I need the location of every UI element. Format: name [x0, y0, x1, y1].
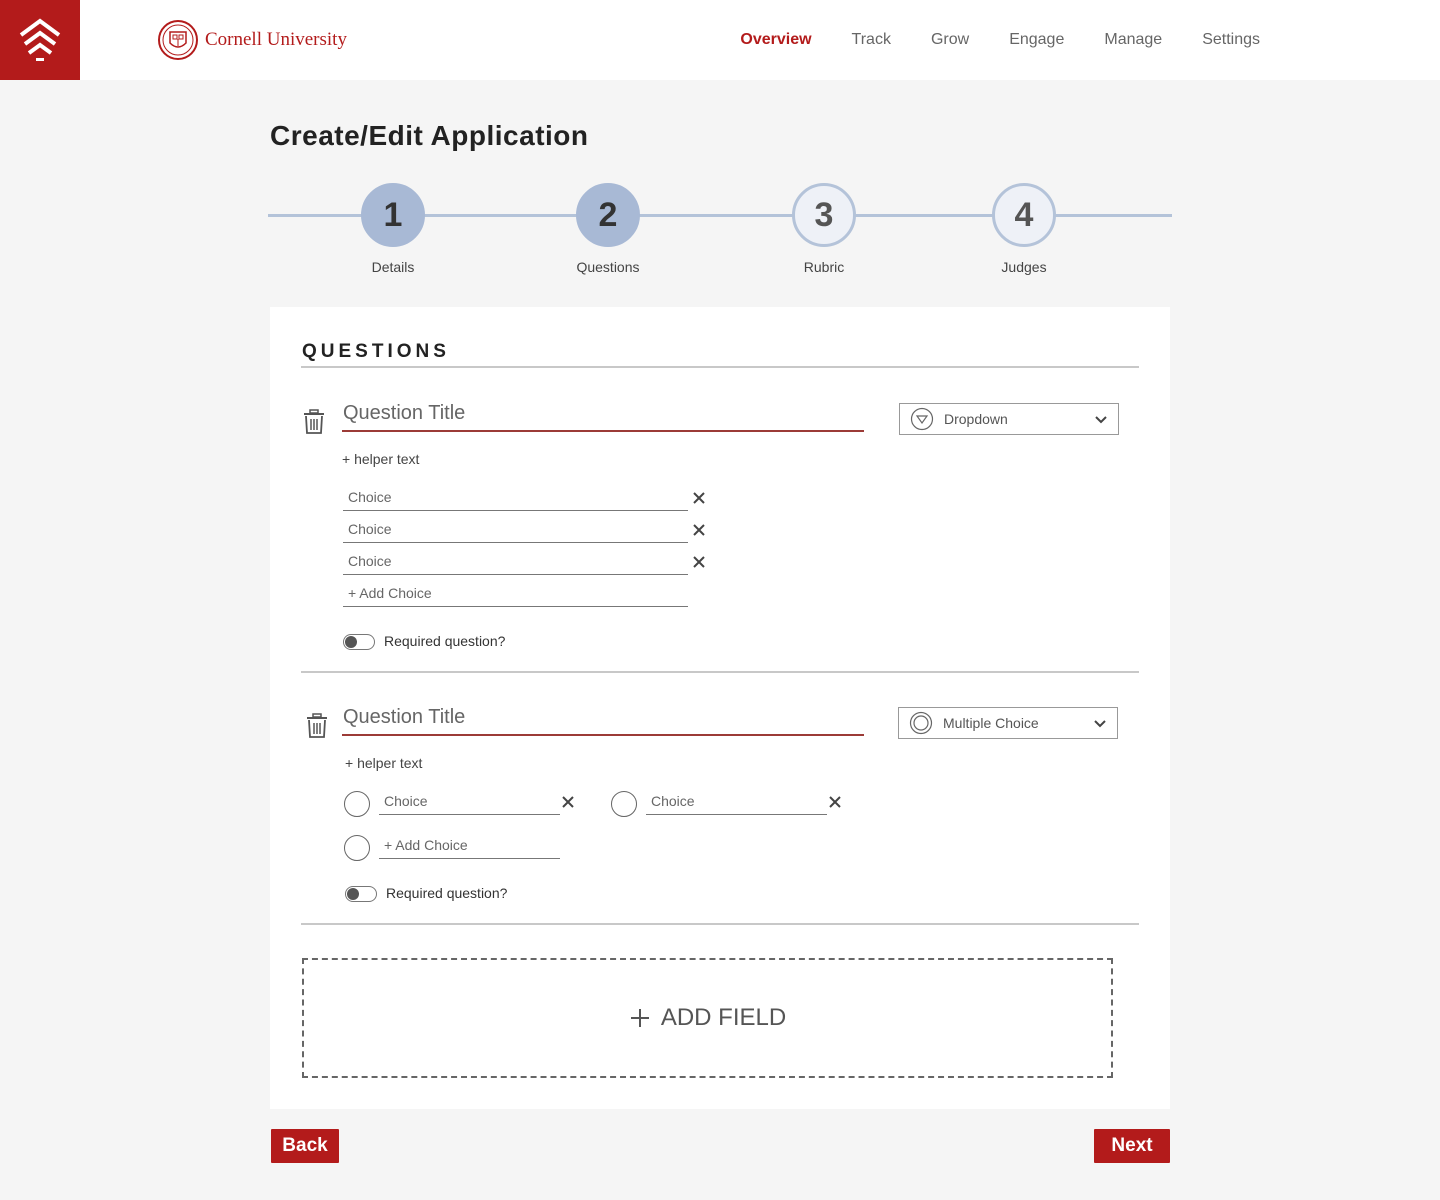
- section-title: QUESTIONS: [302, 341, 450, 362]
- step-judges[interactable]: 4 Judges: [974, 183, 1074, 275]
- nav-engage[interactable]: Engage: [1009, 31, 1064, 49]
- question-divider: [301, 671, 1139, 673]
- step-label: Rubric: [803, 259, 845, 275]
- choice-input[interactable]: Choice: [379, 789, 560, 815]
- cornell-seal-icon: [158, 20, 198, 60]
- add-field-label: ADD FIELD: [660, 1004, 787, 1031]
- step-questions[interactable]: 2 Questions: [558, 183, 658, 275]
- app-logo[interactable]: [0, 0, 80, 80]
- plus-icon: [630, 1009, 649, 1027]
- section-divider: [301, 366, 1139, 368]
- add-field-button[interactable]: ADD FIELD: [302, 958, 1113, 1078]
- top-navigation-bar: Cornell University Overview Track Grow E…: [0, 0, 1440, 80]
- toggle-knob: [347, 888, 359, 900]
- chevron-down-icon: [1094, 720, 1106, 728]
- question-title-input[interactable]: Question Title: [342, 402, 864, 432]
- close-icon[interactable]: [561, 795, 575, 809]
- step-rubric[interactable]: 3 Rubric: [774, 183, 874, 275]
- step-number: 3: [792, 183, 856, 247]
- multiple-choice-type-icon: [909, 711, 933, 735]
- next-button[interactable]: Next: [1094, 1129, 1170, 1163]
- step-label: Judges: [1001, 259, 1047, 275]
- choice-input[interactable]: Choice: [343, 485, 688, 511]
- required-label: Required question?: [386, 885, 508, 901]
- radio-button[interactable]: [611, 791, 637, 817]
- question-divider: [301, 923, 1139, 925]
- nav-overview[interactable]: Overview: [740, 31, 811, 49]
- trash-icon[interactable]: [303, 409, 325, 435]
- chevron-down-icon: [1095, 416, 1107, 424]
- main-nav: Overview Track Grow Engage Manage Settin…: [740, 0, 1260, 80]
- choice-input[interactable]: Choice: [646, 789, 827, 815]
- step-details[interactable]: 1 Details: [343, 183, 443, 275]
- radio-button[interactable]: [344, 791, 370, 817]
- step-number: 1: [361, 183, 425, 247]
- step-number: 4: [992, 183, 1056, 247]
- step-number: 2: [576, 183, 640, 247]
- nav-manage[interactable]: Manage: [1104, 31, 1162, 49]
- close-icon[interactable]: [692, 491, 706, 505]
- question-type-select[interactable]: Multiple Choice: [898, 707, 1118, 739]
- step-label: Questions: [576, 259, 640, 275]
- progress-stepper: 1 Details 2 Questions 3 Rubric 4 Judges: [268, 183, 1172, 283]
- required-toggle[interactable]: [343, 634, 375, 650]
- nav-settings[interactable]: Settings: [1202, 31, 1260, 49]
- toggle-knob: [345, 636, 357, 648]
- required-label: Required question?: [384, 633, 506, 649]
- step-label: Details: [371, 259, 415, 275]
- chevrons-up-logo-icon: [19, 18, 61, 61]
- choice-input[interactable]: Choice: [343, 517, 688, 543]
- add-choice-input[interactable]: + Add Choice: [379, 833, 560, 859]
- close-icon[interactable]: [828, 795, 842, 809]
- cornell-brand[interactable]: Cornell University: [157, 20, 347, 60]
- back-button[interactable]: Back: [271, 1129, 339, 1163]
- close-icon[interactable]: [692, 523, 706, 537]
- dropdown-type-icon: [910, 407, 934, 431]
- nav-grow[interactable]: Grow: [931, 31, 969, 49]
- trash-icon[interactable]: [306, 713, 328, 739]
- helper-text-link[interactable]: + helper text: [345, 755, 422, 771]
- question-type-select[interactable]: Dropdown: [899, 403, 1119, 435]
- helper-text-link[interactable]: + helper text: [342, 451, 419, 467]
- questions-card: QUESTIONS Question Title Dropdown + help…: [270, 307, 1170, 1109]
- choice-input[interactable]: Choice: [343, 549, 688, 575]
- question-type-value: Multiple Choice: [943, 715, 1039, 731]
- close-icon[interactable]: [692, 555, 706, 569]
- required-toggle[interactable]: [345, 886, 377, 902]
- page-title: Create/Edit Application: [270, 120, 589, 151]
- question-title-input[interactable]: Question Title: [342, 706, 864, 736]
- nav-track[interactable]: Track: [852, 31, 891, 49]
- question-type-value: Dropdown: [944, 411, 1008, 427]
- add-choice-input[interactable]: + Add Choice: [343, 581, 688, 607]
- brand-name: Cornell University: [205, 29, 347, 50]
- radio-button[interactable]: [344, 835, 370, 861]
